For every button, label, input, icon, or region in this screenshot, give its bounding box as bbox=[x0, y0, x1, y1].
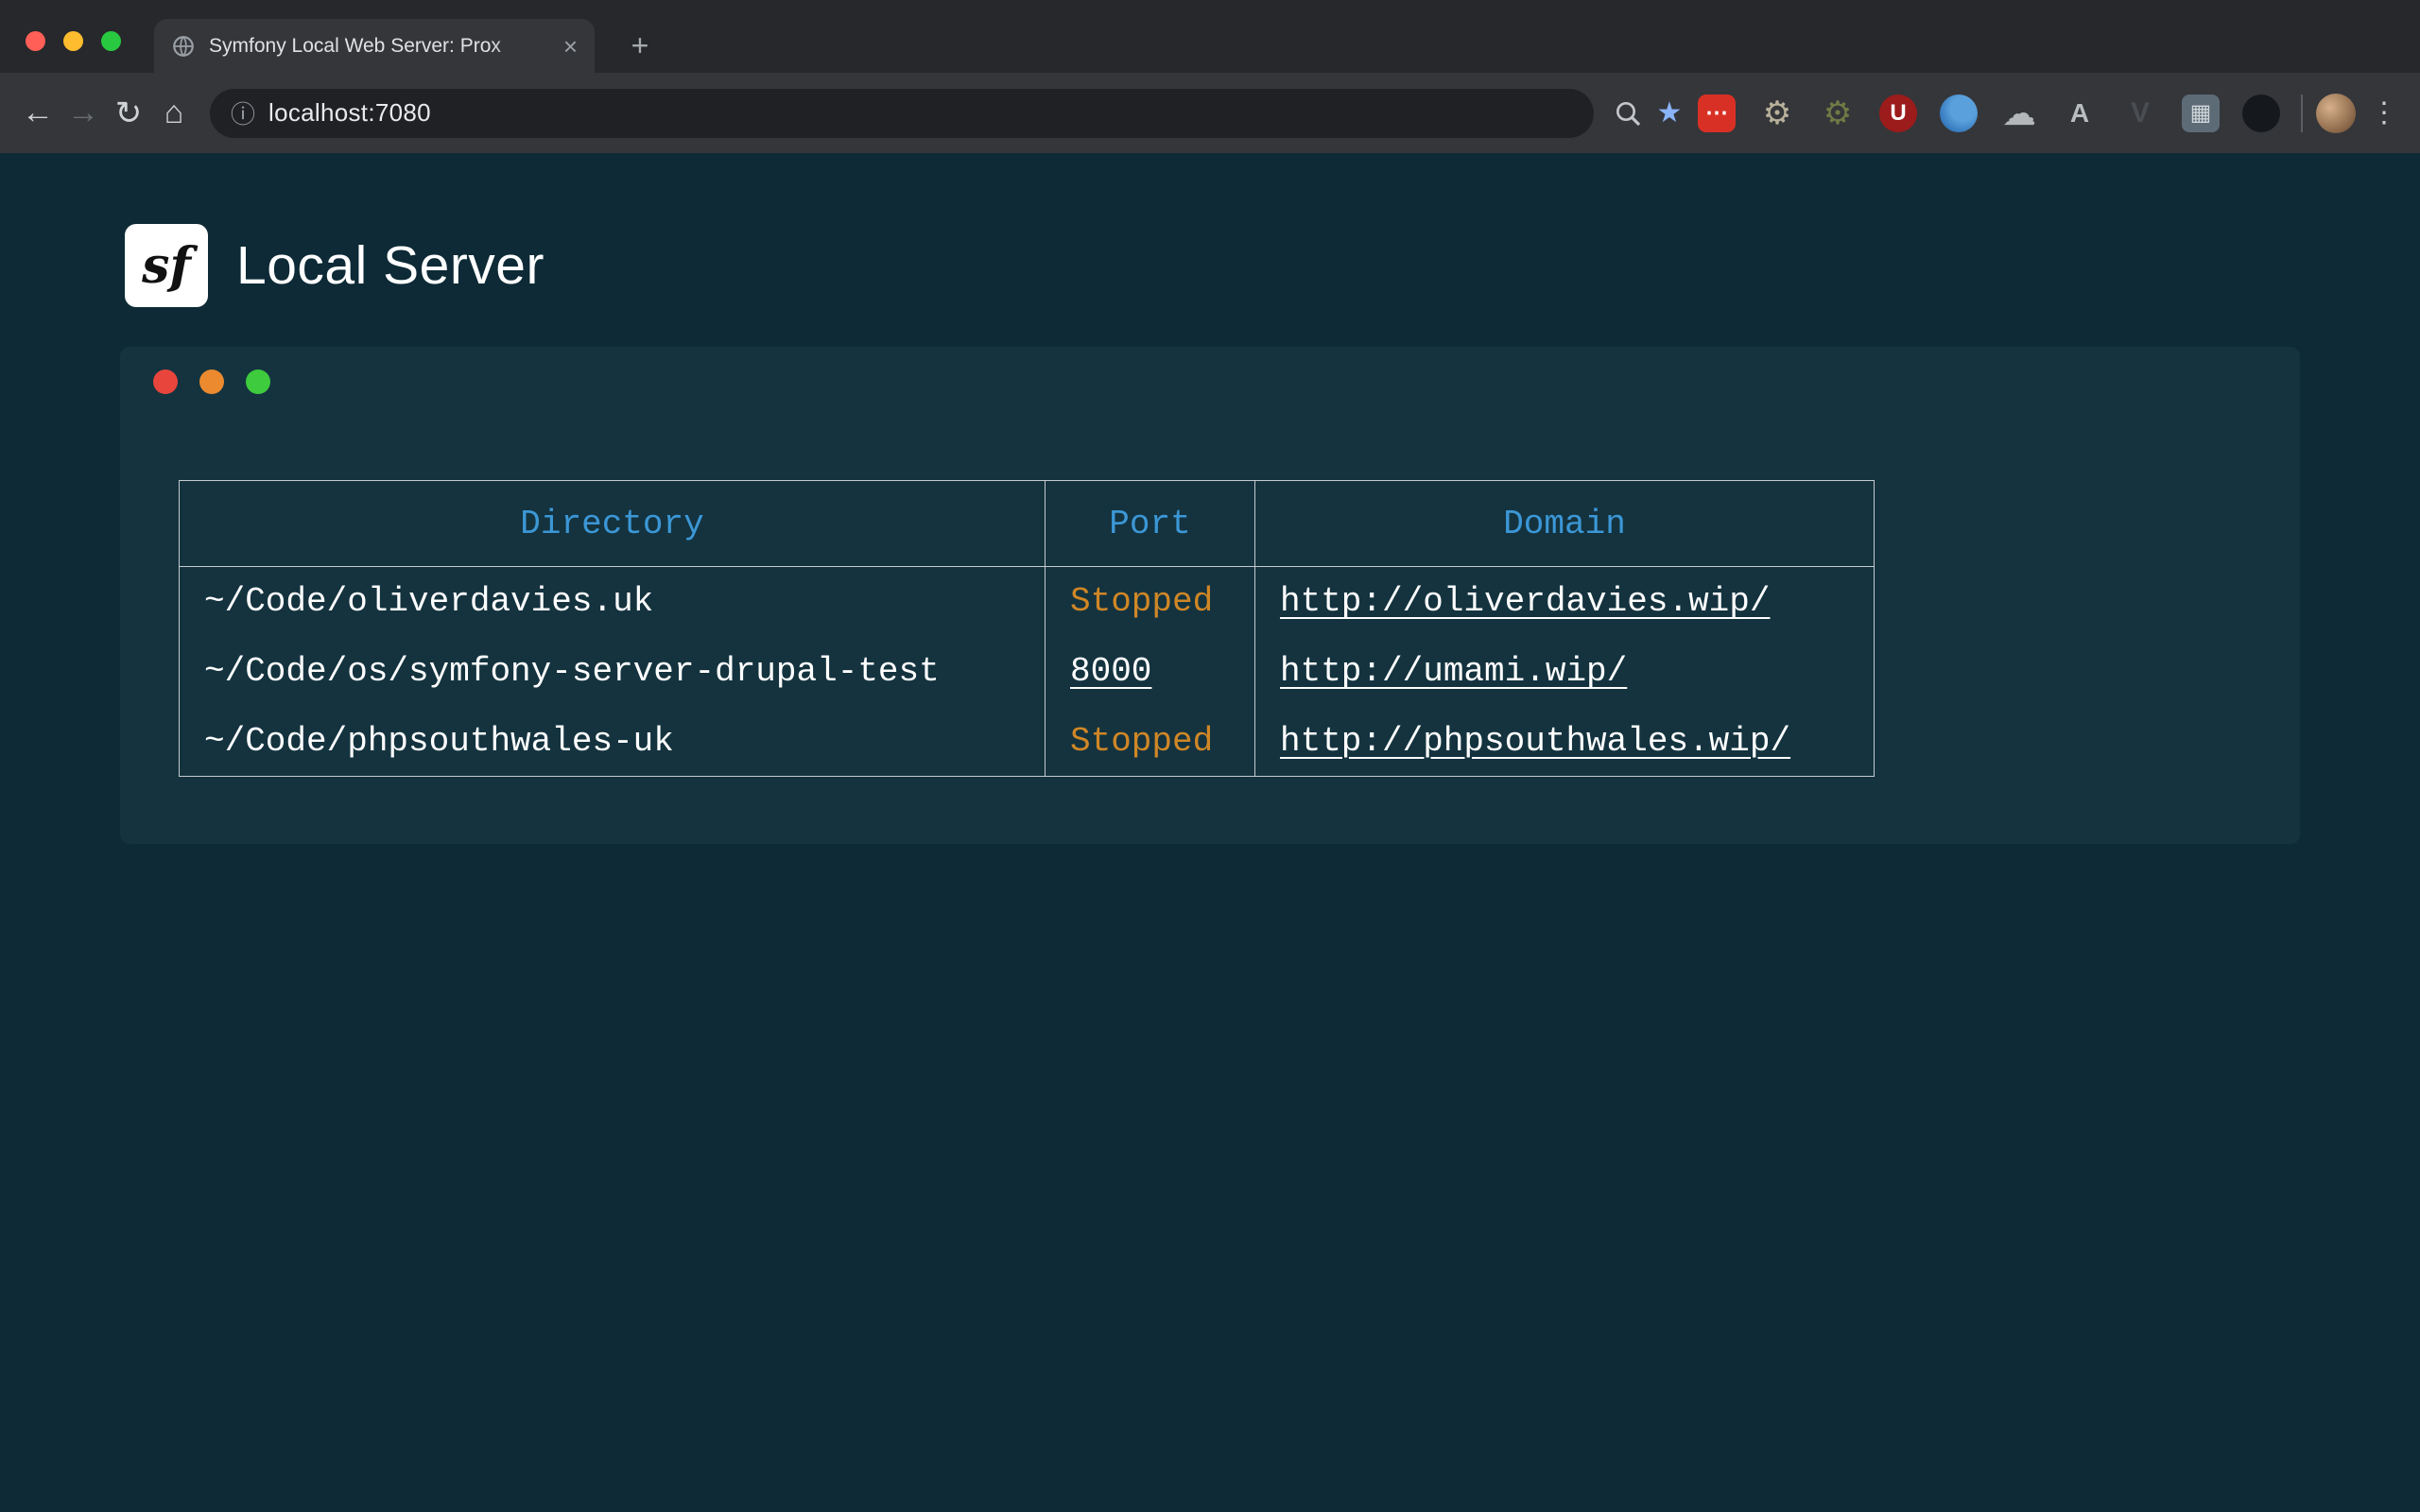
address-bar[interactable]: ⓘ localhost:7080 bbox=[210, 89, 1594, 138]
panel-green-dot-icon bbox=[246, 369, 270, 394]
home-button[interactable]: ⌂ bbox=[151, 91, 197, 136]
gear-extension-icon[interactable]: ⚙ bbox=[1758, 94, 1796, 132]
url-text[interactable]: localhost:7080 bbox=[268, 98, 431, 128]
domain-link[interactable]: http://oliverdavies.wip/ bbox=[1280, 582, 1770, 621]
browser-toolbar: ← → ↻ ⌂ ⓘ localhost:7080 ★ ⋯ ⚙ ⚙ U ☁ A V… bbox=[0, 73, 2420, 153]
table-row: ~/Code/os/symfony-server-drupal-test 800… bbox=[180, 637, 1875, 707]
v-letter-extension-icon[interactable]: V bbox=[2121, 94, 2159, 132]
directory-cell: ~/Code/os/symfony-server-drupal-test bbox=[180, 637, 1046, 707]
status-stopped-label: Stopped bbox=[1070, 582, 1213, 621]
port-cell: Stopped bbox=[1046, 707, 1255, 777]
page-content: sf Local Server Directory Port Domain bbox=[0, 153, 2420, 1512]
cloud-extension-icon[interactable]: ☁ bbox=[2000, 94, 2038, 132]
profile-avatar[interactable] bbox=[2316, 94, 2356, 133]
port-link[interactable]: 8000 bbox=[1070, 652, 1151, 691]
browser-window: Symfony Local Web Server: Prox × + ← → ↻… bbox=[0, 0, 2420, 1512]
reload-button[interactable]: ↻ bbox=[106, 91, 151, 136]
table-header-row: Directory Port Domain bbox=[180, 481, 1875, 567]
panel-red-dot-icon bbox=[153, 369, 178, 394]
ublock-extension-icon[interactable]: U bbox=[1879, 94, 1917, 132]
bookmark-star-icon[interactable]: ★ bbox=[1649, 93, 1690, 134]
tab-title: Symfony Local Web Server: Prox bbox=[209, 35, 554, 58]
browser-tab[interactable]: Symfony Local Web Server: Prox × bbox=[154, 19, 595, 73]
table-row: ~/Code/oliverdavies.uk Stopped http://ol… bbox=[180, 567, 1875, 637]
red-dots-extension-icon[interactable]: ⋯ bbox=[1698, 94, 1736, 132]
servers-table: Directory Port Domain ~/Code/oliverdavie… bbox=[179, 480, 1875, 777]
domain-cell: http://phpsouthwales.wip/ bbox=[1255, 707, 1875, 777]
window-minimize-button[interactable] bbox=[63, 31, 83, 51]
extension-icons: ⋯ ⚙ ⚙ U ☁ A V ▦ bbox=[1698, 94, 2280, 132]
tab-close-icon[interactable]: × bbox=[563, 34, 578, 59]
brand-header: sf Local Server bbox=[125, 224, 544, 307]
page-title: Local Server bbox=[236, 234, 544, 297]
globe-favicon-icon bbox=[171, 34, 196, 59]
symfony-logo: sf bbox=[125, 224, 208, 307]
table-row: ~/Code/phpsouthwales-uk Stopped http://p… bbox=[180, 707, 1875, 777]
directory-cell: ~/Code/phpsouthwales-uk bbox=[180, 707, 1046, 777]
pattern-extension-icon[interactable]: ▦ bbox=[2182, 94, 2220, 132]
server-panel: Directory Port Domain ~/Code/oliverdavie… bbox=[120, 347, 2300, 844]
forward-button[interactable]: → bbox=[60, 91, 106, 136]
a-letter-extension-icon[interactable]: A bbox=[2061, 94, 2099, 132]
panel-orange-dot-icon bbox=[199, 369, 224, 394]
window-controls bbox=[26, 31, 121, 51]
port-cell: Stopped bbox=[1046, 567, 1255, 637]
window-zoom-button[interactable] bbox=[101, 31, 121, 51]
zoom-indicator-icon[interactable] bbox=[1607, 93, 1649, 134]
status-stopped-label: Stopped bbox=[1070, 722, 1213, 761]
dark-gear-extension-icon[interactable]: ⚙ bbox=[1819, 94, 1857, 132]
domain-link[interactable]: http://phpsouthwales.wip/ bbox=[1280, 722, 1790, 761]
tab-strip: Symfony Local Web Server: Prox × + bbox=[0, 0, 2420, 73]
browser-menu-icon[interactable]: ⋮ bbox=[2363, 93, 2405, 134]
back-button[interactable]: ← bbox=[15, 91, 60, 136]
site-info-icon[interactable]: ⓘ bbox=[231, 95, 255, 130]
domain-cell: http://umami.wip/ bbox=[1255, 637, 1875, 707]
new-tab-button[interactable]: + bbox=[619, 25, 661, 66]
directory-column-header: Directory bbox=[180, 481, 1046, 567]
toolbar-divider bbox=[2301, 94, 2303, 132]
port-cell: 8000 bbox=[1046, 637, 1255, 707]
window-close-button[interactable] bbox=[26, 31, 45, 51]
port-column-header: Port bbox=[1046, 481, 1255, 567]
panel-window-dots bbox=[153, 369, 270, 394]
domain-link[interactable]: http://umami.wip/ bbox=[1280, 652, 1627, 691]
github-extension-icon[interactable] bbox=[2242, 94, 2280, 132]
blue-circle-extension-icon[interactable] bbox=[1940, 94, 1978, 132]
directory-cell: ~/Code/oliverdavies.uk bbox=[180, 567, 1046, 637]
domain-column-header: Domain bbox=[1255, 481, 1875, 567]
domain-cell: http://oliverdavies.wip/ bbox=[1255, 567, 1875, 637]
